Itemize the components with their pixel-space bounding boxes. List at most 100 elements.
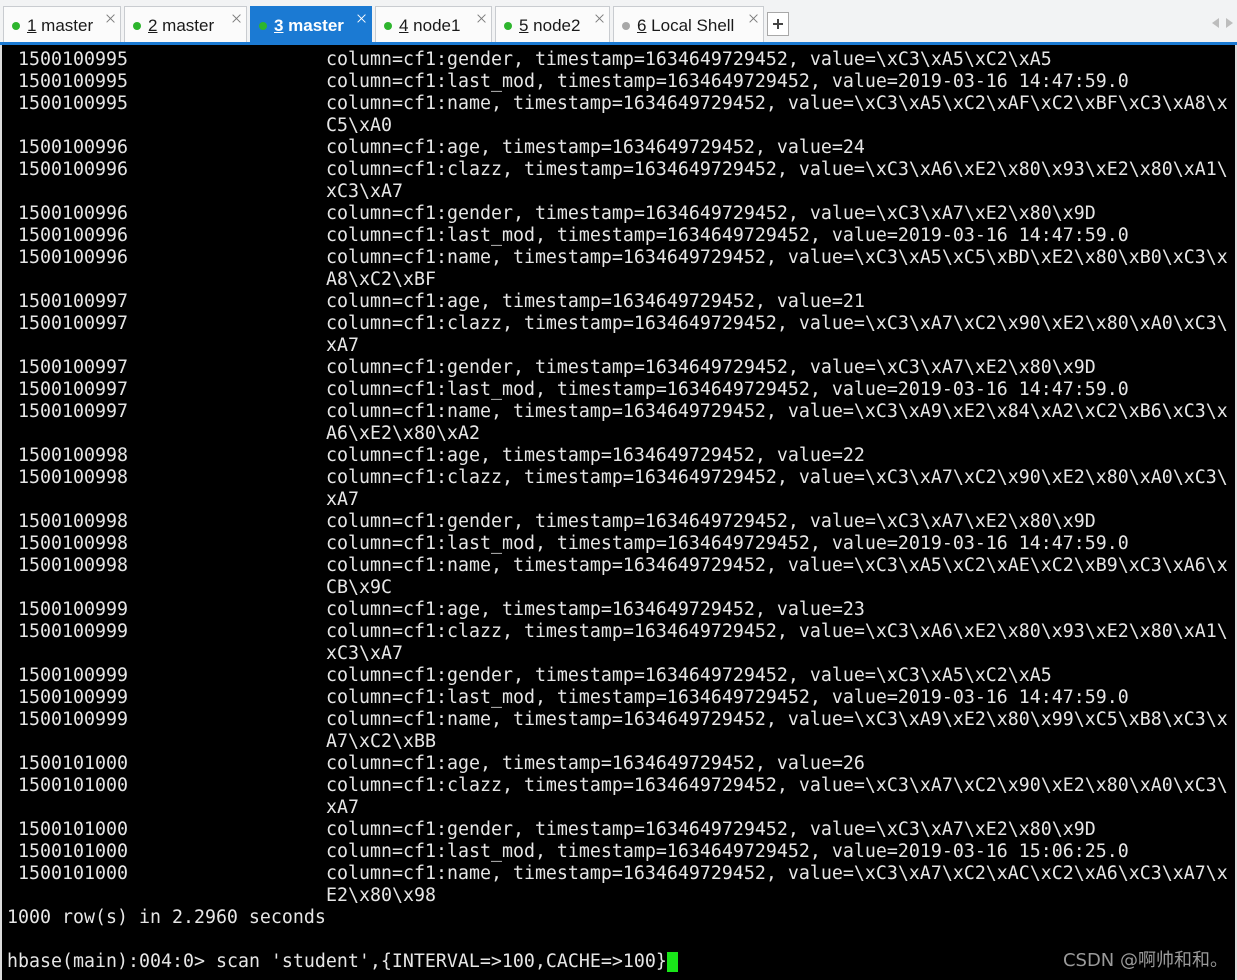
cell-text: E2\x80\x98	[326, 885, 436, 906]
cell-text: column=cf1:clazz, timestamp=163464972945…	[326, 159, 1228, 180]
terminal-line-wrapped: C5\xA0	[2, 115, 1235, 137]
tab-label: 6 Local Shell	[637, 16, 734, 36]
tab-3-master[interactable]: 3 master	[250, 6, 372, 42]
terminal-line: 1500101000 column=cf1:clazz, timestamp=16…	[2, 775, 1235, 797]
cell-text: column=cf1:age, timestamp=1634649729452,…	[326, 291, 865, 312]
close-icon[interactable]	[477, 14, 486, 23]
terminal-line: 1500100997 column=cf1:clazz, timestamp=16…	[2, 313, 1235, 335]
plus-icon[interactable]	[767, 12, 789, 36]
terminal-line: 1500100997 column=cf1:gender, timestamp=1…	[2, 357, 1235, 379]
row-key: 1500100995	[18, 93, 128, 114]
status-dot-icon	[384, 22, 392, 30]
terminal-line: 1500101000 column=cf1:age, timestamp=1634…	[2, 753, 1235, 775]
cursor	[666, 952, 678, 972]
terminal-line: 1500100999 column=cf1:gender, timestamp=1…	[2, 665, 1235, 687]
cell-text: column=cf1:last_mod, timestamp=163464972…	[326, 225, 1129, 246]
terminal-line: 1500101000 column=cf1:last_mod, timestamp…	[2, 841, 1235, 863]
terminal-line-wrapped: A8\xC2\xBF	[2, 269, 1235, 291]
terminal-line-wrapped: A7\xC2\xBB	[2, 731, 1235, 753]
tab-name: master	[41, 16, 94, 35]
tab-1-master[interactable]: 1 master	[3, 6, 121, 42]
row-key: 1500100996	[18, 137, 128, 158]
terminal-line: 1500100996 column=cf1:name, timestamp=163…	[2, 247, 1235, 269]
terminal-line: 1500100996 column=cf1:last_mod, timestamp…	[2, 225, 1235, 247]
tab-name: master	[162, 16, 215, 35]
triangle-right-icon[interactable]	[1226, 18, 1233, 28]
terminal-line-wrapped: xA7	[2, 335, 1235, 357]
terminal-line: 1500100995 column=cf1:name, timestamp=163…	[2, 93, 1235, 115]
terminal-line-wrapped: xC3\xA7	[2, 181, 1235, 203]
row-key: 1500100998	[18, 533, 128, 554]
terminal-line: 1500101000 column=cf1:name, timestamp=163…	[2, 863, 1235, 885]
terminal-line: 1500100998 column=cf1:last_mod, timestamp…	[2, 533, 1235, 555]
cell-text: A7\xC2\xBB	[326, 731, 436, 752]
terminal-line: 1500100997 column=cf1:name, timestamp=163…	[2, 401, 1235, 423]
tab-label: 5 node2	[519, 16, 580, 36]
row-key: 1500100997	[18, 401, 128, 422]
terminal-line: 1500100996 column=cf1:clazz, timestamp=16…	[2, 159, 1235, 181]
row-key: 1500100996	[18, 159, 128, 180]
cell-text: column=cf1:clazz, timestamp=163464972945…	[326, 467, 1228, 488]
terminal-line: 1500100998 column=cf1:clazz, timestamp=16…	[2, 467, 1235, 489]
shell-prompt: hbase(main):004:0>	[7, 951, 216, 972]
row-key: 1500100999	[18, 687, 128, 708]
tab-4-node1[interactable]: 4 node1	[375, 6, 492, 42]
cell-text: column=cf1:gender, timestamp=16346497294…	[326, 203, 1096, 224]
cell-text: column=cf1:clazz, timestamp=163464972945…	[326, 313, 1228, 334]
tab-number: 6	[637, 16, 647, 35]
status-dot-icon	[504, 22, 512, 30]
row-key: 1500100998	[18, 467, 128, 488]
terminal-line-wrapped: E2\x80\x98	[2, 885, 1235, 907]
close-icon[interactable]	[232, 14, 241, 23]
close-icon[interactable]	[106, 14, 115, 23]
row-key: 1500100995	[18, 71, 128, 92]
tab-5-node2[interactable]: 5 node2	[495, 6, 610, 42]
row-key: 1500100995	[18, 49, 128, 70]
close-icon[interactable]	[357, 14, 366, 23]
terminal-line: 1500100995 column=cf1:gender, timestamp=1…	[2, 49, 1235, 71]
row-key: 1500101000	[18, 753, 128, 774]
close-icon[interactable]	[595, 14, 604, 23]
status-dot-icon	[133, 22, 141, 30]
terminal-line: 1500100999 column=cf1:name, timestamp=163…	[2, 709, 1235, 731]
row-key: 1500100997	[18, 291, 128, 312]
triangle-left-icon[interactable]	[1212, 18, 1219, 28]
tab-name: node2	[533, 16, 581, 35]
close-icon[interactable]	[749, 14, 758, 23]
cell-text: column=cf1:clazz, timestamp=163464972945…	[326, 621, 1228, 642]
row-key: 1500100999	[18, 665, 128, 686]
row-key: 1500100997	[18, 357, 128, 378]
row-key: 1500100998	[18, 511, 128, 532]
cell-text: C5\xA0	[326, 115, 392, 136]
cell-text: A8\xC2\xBF	[326, 269, 436, 290]
status-dot-icon	[259, 22, 267, 30]
terminal-line-wrapped: A6\xE2\x80\xA2	[2, 423, 1235, 445]
terminal-output[interactable]: 1500100995 column=cf1:gender, timestamp=1…	[0, 45, 1237, 980]
cell-text: xA7	[326, 489, 359, 510]
terminal-line: 1500100998 column=cf1:name, timestamp=163…	[2, 555, 1235, 577]
tab-label: 2 master	[148, 16, 214, 36]
tab-2-master[interactable]: 2 master	[124, 6, 247, 42]
tab-bar: 1 master 2 master 3 master 4 node1 5 node2 6L…	[0, 0, 1237, 42]
terminal-line: 1500100998 column=cf1:gender, timestamp=1…	[2, 511, 1235, 533]
command-text: scan 'student',{INTERVAL=>100,CACHE=>100…	[215, 951, 667, 972]
terminal-line-wrapped: xA7	[2, 797, 1235, 819]
watermark: CSDN @啊帅和和。	[1062, 950, 1228, 971]
terminal-line-wrapped: xA7	[2, 489, 1235, 511]
row-key: 1500101000	[18, 841, 128, 862]
cell-text: column=cf1:last_mod, timestamp=163464972…	[326, 687, 1129, 708]
terminal-line: 1500100999 column=cf1:age, timestamp=1634…	[2, 599, 1235, 621]
terminal-line: 1500100998 column=cf1:age, timestamp=1634…	[2, 445, 1235, 467]
tab-number: 2	[148, 16, 158, 35]
cell-text: column=cf1:name, timestamp=1634649729452…	[326, 709, 1228, 730]
tab-6-local-shell[interactable]: 6 Local Shell	[613, 6, 764, 42]
terminal-line-wrapped: CB\x9C	[2, 577, 1235, 599]
cell-text: column=cf1:last_mod, timestamp=163464972…	[326, 379, 1129, 400]
terminal-line: 1500100999 column=cf1:clazz, timestamp=16…	[2, 621, 1235, 643]
cell-text: column=cf1:age, timestamp=1634649729452,…	[326, 137, 865, 158]
cell-text: column=cf1:name, timestamp=1634649729452…	[326, 93, 1228, 114]
row-key: 1500100997	[18, 313, 128, 334]
cell-text: column=cf1:gender, timestamp=16346497294…	[326, 819, 1096, 840]
terminal-line: 1500101000 column=cf1:gender, timestamp=1…	[2, 819, 1235, 841]
